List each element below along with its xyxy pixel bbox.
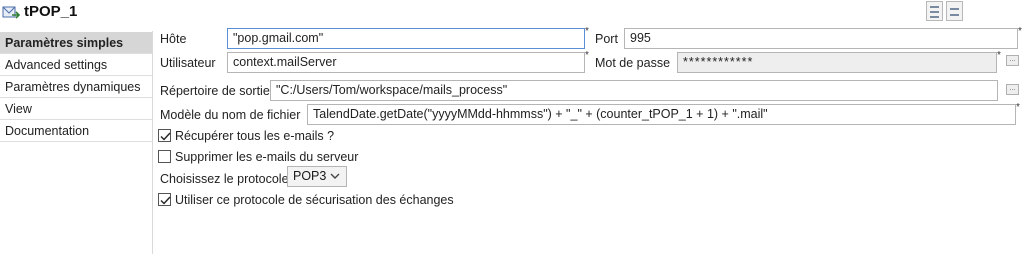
- port-input[interactable]: 995: [624, 28, 1018, 49]
- filename-model-input[interactable]: TalendDate.getDate("yyyyMMdd-hhmmss") + …: [307, 104, 1016, 125]
- output-dir-input[interactable]: "C:/Users/Tom/workspace/mails_process": [270, 80, 998, 101]
- chevron-down-icon: [330, 173, 340, 179]
- split-view-icon: [950, 8, 959, 10]
- port-label: Port: [595, 32, 618, 46]
- required-marker: *: [585, 26, 589, 37]
- sidebar-item-basic-settings[interactable]: Paramètres simples: [0, 32, 152, 54]
- browse-directory-button[interactable]: ...: [1006, 84, 1019, 95]
- delete-from-server-label: Supprimer les e-mails du serveur: [175, 150, 359, 164]
- protocol-value: POP3: [293, 169, 327, 183]
- filename-model-label: Modèle du nom de fichier: [160, 108, 301, 122]
- required-marker: *: [997, 50, 1001, 61]
- sidebar-item-view[interactable]: View: [0, 98, 152, 120]
- password-edit-button[interactable]: ...: [1006, 55, 1019, 66]
- retrieve-all-label: Récupérer tous les e-mails ?: [175, 129, 335, 143]
- sidebar-item-documentation[interactable]: Documentation: [0, 120, 152, 142]
- sidebar-item-dynamic-settings[interactable]: Paramètres dynamiques: [0, 76, 152, 98]
- password-label: Mot de passe: [595, 56, 671, 70]
- grid-view-button[interactable]: [926, 1, 943, 21]
- use-security-checkbox[interactable]: [158, 193, 171, 206]
- protocol-label: Choisissez le protocole: [160, 172, 289, 186]
- checkmark-icon: [160, 196, 171, 205]
- checkmark-icon: [160, 132, 171, 141]
- user-input[interactable]: context.mailServer: [227, 52, 585, 73]
- required-marker: *: [585, 50, 589, 61]
- retrieve-all-checkbox[interactable]: [158, 129, 171, 142]
- sidebar-item-advanced-settings[interactable]: Advanced settings: [0, 54, 152, 76]
- user-label: Utilisateur: [160, 56, 216, 70]
- delete-from-server-checkbox[interactable]: [158, 150, 171, 163]
- use-security-label: Utiliser ce protocole de sécurisation de…: [175, 193, 454, 207]
- protocol-select[interactable]: POP3: [287, 166, 347, 187]
- host-input[interactable]: "pop.gmail.com": [227, 28, 585, 49]
- grid-view-icon: [930, 6, 939, 8]
- required-marker: *: [1016, 102, 1020, 113]
- pop-component-icon: [2, 4, 21, 20]
- component-header: tPOP_1: [0, 0, 1024, 24]
- settings-sidebar: Paramètres simples Advanced settings Par…: [0, 31, 153, 254]
- password-input[interactable]: ************: [677, 52, 997, 73]
- split-view-button[interactable]: [946, 1, 963, 21]
- required-marker: *: [1018, 26, 1022, 37]
- component-title: tPOP_1: [24, 3, 78, 20]
- host-label: Hôte: [160, 32, 187, 46]
- output-dir-label: Répertoire de sortie: [160, 84, 270, 98]
